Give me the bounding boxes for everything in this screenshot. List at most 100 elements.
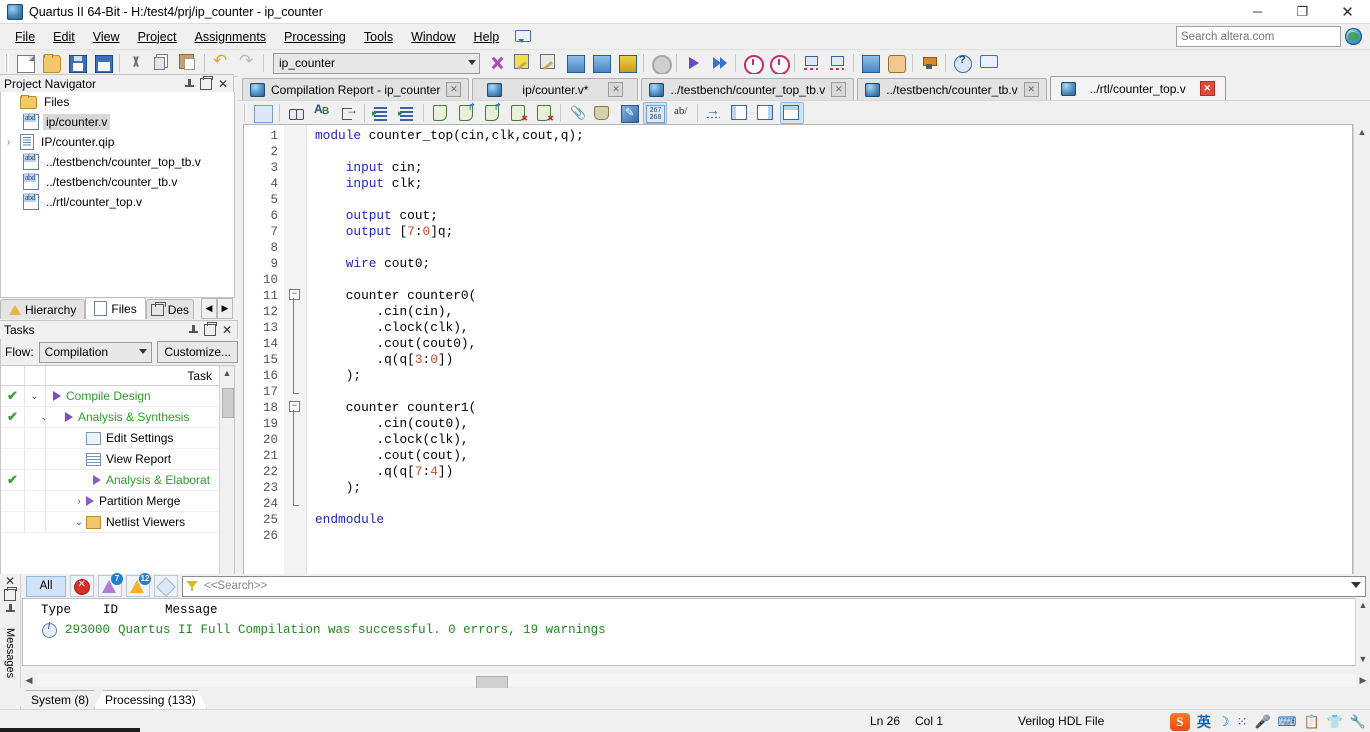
editor-tab-counter-top[interactable]: ../rtl/counter_top.v ✕ <box>1049 76 1226 100</box>
menu-edit[interactable]: Edit <box>44 27 84 47</box>
tech-map-viewer-icon[interactable] <box>825 51 849 75</box>
tree-twisty[interactable]: › <box>7 137 20 148</box>
split-top-icon[interactable] <box>780 102 804 124</box>
keyboard-icon[interactable]: ⌨ <box>1278 714 1297 730</box>
find-icon[interactable] <box>284 102 308 124</box>
close-button[interactable]: ✕ <box>1325 0 1370 23</box>
pin-icon[interactable] <box>5 604 15 615</box>
tab-close-icon[interactable]: ✕ <box>1023 82 1039 97</box>
messages-horizontal-scrollbar[interactable]: ◀ ▶ <box>22 672 1370 690</box>
fold-toggle-icon[interactable]: − <box>289 401 300 412</box>
undo-icon[interactable] <box>209 51 233 75</box>
restore-icon[interactable] <box>199 76 213 90</box>
clear-bookmark-icon[interactable] <box>506 102 530 124</box>
bottom-tab-system[interactable]: System (8) <box>20 689 101 709</box>
editor-toolbar-grip[interactable] <box>243 104 247 122</box>
cut-icon[interactable] <box>124 51 148 75</box>
filter-warnings-button[interactable]: 12 <box>126 573 151 597</box>
menu-view[interactable]: View <box>84 27 129 47</box>
increase-indent-icon[interactable] <box>369 102 393 124</box>
task-row[interactable]: ✔ ⌄ Analysis & Synthesis <box>1 407 234 428</box>
filter-critical-warnings-button[interactable]: 7 <box>98 573 123 597</box>
previous-bookmark-icon[interactable] <box>480 102 504 124</box>
timing-analyzer-3-icon[interactable] <box>766 51 790 75</box>
help-icon[interactable] <box>950 51 974 75</box>
editor-tab-counter-tb[interactable]: ../testbench/counter_tb.v ✕ <box>857 78 1047 100</box>
tab-scroll-prev[interactable]: ◀ <box>201 298 217 319</box>
altera-search-input[interactable] <box>1176 26 1341 47</box>
tab-design-units[interactable]: Des <box>145 299 195 319</box>
flow-combo[interactable]: Compilation <box>38 341 153 363</box>
menu-project[interactable]: Project <box>129 27 186 47</box>
task-twisty[interactable]: ⌄ <box>72 517 86 528</box>
fold-toggle-icon[interactable]: − <box>289 289 300 300</box>
tree-row-files[interactable]: Files <box>1 92 234 112</box>
mic-icon[interactable]: 🎤 <box>1254 714 1270 730</box>
project-navigator-tree[interactable]: Files ip/counter.v › IP/counter.qip ../t… <box>0 92 235 298</box>
save-file-icon[interactable] <box>65 51 89 75</box>
ime-language-icon[interactable]: 英 <box>1197 712 1211 732</box>
pin-planner-icon[interactable] <box>884 51 908 75</box>
toolbar-grip[interactable] <box>5 54 9 72</box>
scrollbar-track[interactable] <box>36 673 1356 690</box>
assembler-icon[interactable] <box>563 51 587 75</box>
start-icon[interactable] <box>681 51 705 75</box>
sogou-logo-icon[interactable]: S <box>1169 713 1190 731</box>
clear-all-bookmarks-icon[interactable] <box>532 102 556 124</box>
scroll-up-icon[interactable]: ▲ <box>1356 598 1370 612</box>
feedback-bubble-icon[interactable] <box>514 29 532 44</box>
save-all-icon[interactable] <box>91 51 115 75</box>
menu-assignments[interactable]: Assignments <box>185 27 275 47</box>
assignment-editor-icon[interactable] <box>917 51 941 75</box>
menu-file[interactable]: File <box>6 27 44 47</box>
split-left-icon[interactable] <box>728 102 752 124</box>
stop-icon[interactable] <box>648 51 672 75</box>
scroll-up-icon[interactable]: ▲ <box>220 366 234 380</box>
chevron-down-icon[interactable] <box>1351 581 1361 588</box>
programmer-icon[interactable] <box>858 51 882 75</box>
pin-icon[interactable] <box>188 324 198 336</box>
close-icon[interactable]: ✕ <box>222 324 232 336</box>
bottom-tab-processing[interactable]: Processing (133) <box>94 689 207 709</box>
restore-icon[interactable] <box>203 322 217 336</box>
toggle-wrap-icon[interactable] <box>669 102 693 124</box>
maximize-button[interactable]: ❐ <box>1280 0 1325 23</box>
editor-tab-counter-top-tb[interactable]: ../testbench/counter_top_tb.v ✕ <box>641 78 855 100</box>
next-bookmark-icon[interactable] <box>454 102 478 124</box>
tree-row-ip-counter-qip[interactable]: › IP/counter.qip <box>1 132 234 152</box>
timing-analyzer-icon[interactable] <box>589 51 613 75</box>
messages-search-box[interactable]: <<Search>> <box>182 575 1366 597</box>
analysis-synthesis-icon[interactable] <box>511 51 535 75</box>
close-icon[interactable]: ✕ <box>5 575 15 587</box>
tree-row-counter-top[interactable]: ../rtl/counter_top.v <box>1 192 234 212</box>
timing-analyzer-2-icon[interactable] <box>740 51 764 75</box>
menu-tools[interactable]: Tools <box>355 27 402 47</box>
messages-vertical-scrollbar[interactable]: ▲ ▼ <box>1355 598 1370 666</box>
filter-errors-button[interactable] <box>70 575 94 597</box>
tab-files[interactable]: Files <box>85 297 146 319</box>
tree-row-counter-tb[interactable]: ../testbench/counter_tb.v <box>1 172 234 192</box>
tree-row-counter-top-tb[interactable]: ../testbench/counter_top_tb.v <box>1 152 234 172</box>
clipboard-icon[interactable]: 📋 <box>1303 714 1319 730</box>
customize-button[interactable]: Customize... <box>157 341 238 363</box>
toggle-bookmark-icon[interactable] <box>428 102 452 124</box>
minimize-button[interactable]: ─ <box>1235 0 1280 23</box>
redo-icon[interactable] <box>235 51 259 75</box>
task-row[interactable]: ✔ Analysis & Elaborat <box>1 470 234 491</box>
editor-tab-ip-counter-v[interactable]: ip/counter.v* ✕ <box>472 78 639 100</box>
fitter-icon[interactable] <box>537 51 561 75</box>
eda-netlist-icon[interactable] <box>615 51 639 75</box>
replace-icon[interactable] <box>310 102 334 124</box>
task-twisty[interactable]: ⌄ <box>24 412 65 423</box>
bubble-icon[interactable] <box>976 51 1000 75</box>
find-matching-delimiter-icon[interactable] <box>702 102 726 124</box>
tab-scroll-next[interactable]: ▶ <box>217 298 233 319</box>
task-row[interactable]: Edit Settings <box>1 428 234 449</box>
decrease-indent-icon[interactable] <box>395 102 419 124</box>
rtl-viewer-icon[interactable] <box>799 51 823 75</box>
menu-help[interactable]: Help <box>465 27 509 47</box>
tab-close-icon[interactable]: ✕ <box>1199 81 1215 96</box>
task-row[interactable]: View Report <box>1 449 234 470</box>
scroll-left-icon[interactable]: ◀ <box>22 675 36 686</box>
task-row[interactable]: ✔ ⌄ Compile Design <box>1 386 234 407</box>
